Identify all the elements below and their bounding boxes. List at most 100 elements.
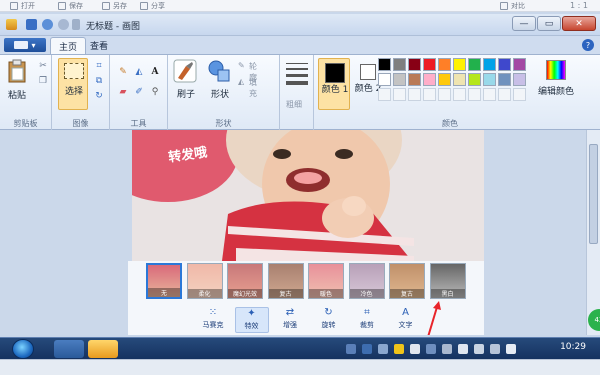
rotate-tool-button[interactable]: ↻ 旋转 bbox=[312, 307, 346, 333]
color-swatch[interactable] bbox=[393, 73, 406, 86]
vertical-scroll-thumb[interactable] bbox=[589, 144, 598, 244]
effect-thumbnail[interactable]: 魔幻光效 bbox=[227, 263, 263, 299]
custom-color-slot[interactable] bbox=[468, 88, 481, 101]
paint-menu-button[interactable]: ▾ bbox=[4, 38, 46, 52]
eraser-icon[interactable]: ▰ bbox=[116, 85, 130, 98]
color-swatch[interactable] bbox=[378, 58, 391, 71]
color-swatch[interactable] bbox=[513, 58, 526, 71]
color-swatch[interactable] bbox=[513, 73, 526, 86]
taskbar-clock[interactable]: 10:29 bbox=[560, 342, 586, 352]
custom-color-slot[interactable] bbox=[378, 88, 391, 101]
tray-icon[interactable] bbox=[378, 344, 388, 354]
copy-icon[interactable]: ❐ bbox=[36, 74, 50, 87]
color-swatch[interactable] bbox=[408, 73, 421, 86]
color-picker-icon[interactable]: ✐ bbox=[132, 85, 146, 98]
rotate-icon[interactable]: ↻ bbox=[92, 89, 106, 102]
tray-icon[interactable] bbox=[490, 344, 500, 354]
color-swatch[interactable] bbox=[498, 73, 511, 86]
custom-color-slot[interactable] bbox=[453, 88, 466, 101]
outer-save-button[interactable]: 保存 bbox=[58, 0, 83, 12]
tab-view[interactable]: 查看 bbox=[82, 37, 116, 54]
effect-thumbnail[interactable]: 无 bbox=[146, 263, 182, 299]
color-swatch[interactable] bbox=[378, 73, 391, 86]
mosaic-tool-button[interactable]: ⁙ 马赛克 bbox=[196, 307, 230, 333]
custom-color-slot[interactable] bbox=[498, 88, 511, 101]
tray-icon[interactable] bbox=[426, 344, 436, 354]
custom-color-slot[interactable] bbox=[483, 88, 496, 101]
color-swatch[interactable] bbox=[453, 73, 466, 86]
cut-icon[interactable]: ✂ bbox=[36, 59, 50, 72]
color-swatch[interactable] bbox=[423, 73, 436, 86]
tray-icon[interactable] bbox=[362, 344, 372, 354]
color-swatch[interactable] bbox=[498, 58, 511, 71]
effect-tool-button[interactable]: ✦ 特效 bbox=[234, 307, 269, 333]
color-swatch[interactable] bbox=[423, 58, 436, 71]
color-swatch[interactable] bbox=[468, 73, 481, 86]
minimize-button[interactable]: — bbox=[512, 16, 536, 31]
color-swatch[interactable] bbox=[483, 73, 496, 86]
size-button[interactable] bbox=[286, 61, 308, 91]
effect-thumbnail[interactable]: 暖色 bbox=[308, 263, 344, 299]
fill-bucket-icon[interactable]: ◭ bbox=[132, 65, 146, 78]
outer-saveas-button[interactable]: 另存 bbox=[102, 0, 127, 12]
effect-thumbnail[interactable]: 柔化 bbox=[186, 263, 223, 299]
custom-color-slot[interactable] bbox=[408, 88, 421, 101]
saveas-icon bbox=[102, 2, 110, 10]
custom-color-slot[interactable] bbox=[513, 88, 526, 101]
brush-button[interactable]: 刷子 bbox=[172, 58, 200, 110]
outer-open-button[interactable]: 打开 bbox=[10, 0, 35, 12]
paste-button[interactable]: 粘贴 bbox=[6, 59, 30, 109]
effect-thumbnail[interactable]: 黑白 bbox=[429, 263, 466, 299]
pencil-icon[interactable]: ✎ bbox=[116, 65, 130, 78]
shapes-button[interactable]: 形状 bbox=[206, 58, 234, 110]
help-icon[interactable]: ? bbox=[582, 39, 594, 51]
custom-color-slot[interactable] bbox=[423, 88, 436, 101]
taskbar-paint[interactable] bbox=[88, 340, 118, 358]
select-button[interactable]: 选择 bbox=[58, 58, 88, 110]
tray-icon[interactable] bbox=[458, 344, 468, 354]
photo-canvas[interactable]: 转发哦 bbox=[132, 130, 484, 261]
crop-tool-button[interactable]: ⌗ 裁剪 bbox=[350, 307, 384, 333]
custom-color-slot[interactable] bbox=[393, 88, 406, 101]
paste-label: 粘贴 bbox=[7, 91, 26, 101]
tray-icon[interactable] bbox=[410, 344, 420, 354]
tray-icon[interactable] bbox=[506, 344, 516, 354]
vertical-scrollbar[interactable] bbox=[586, 130, 600, 335]
effect-thumbnail[interactable]: 复古 bbox=[267, 263, 304, 299]
maximize-button[interactable]: ▭ bbox=[537, 16, 561, 31]
color-swatch[interactable] bbox=[453, 58, 466, 71]
effect-thumbnail[interactable]: 复古 bbox=[389, 263, 425, 299]
close-button[interactable]: ✕ bbox=[562, 16, 596, 31]
outer-compare-button[interactable]: 对比 bbox=[500, 0, 525, 12]
color-swatch[interactable] bbox=[408, 58, 421, 71]
quick-save-icon[interactable] bbox=[26, 19, 37, 30]
effect-thumbnail-label: 冷色 bbox=[349, 289, 384, 298]
taskbar-app-1[interactable] bbox=[54, 340, 84, 358]
tab-home[interactable]: 主页 bbox=[50, 37, 87, 54]
color-swatch[interactable] bbox=[438, 73, 451, 86]
quick-access-dropdown-icon[interactable] bbox=[72, 19, 80, 30]
outer-share-button[interactable]: 分享 bbox=[140, 0, 165, 12]
tray-icon[interactable] bbox=[394, 344, 404, 354]
paint-menu-icon bbox=[14, 41, 29, 49]
undo-icon[interactable] bbox=[42, 19, 53, 30]
edit-colors-button[interactable]: 编辑颜色 bbox=[534, 58, 578, 110]
crop-icon[interactable]: ⌗ bbox=[92, 59, 106, 72]
color-swatch[interactable] bbox=[438, 58, 451, 71]
enhance-tool-button[interactable]: ⇄ 增强 bbox=[273, 307, 307, 333]
tray-icon[interactable] bbox=[442, 344, 452, 354]
redo-icon[interactable] bbox=[58, 19, 69, 30]
text-tool-icon[interactable]: A bbox=[148, 65, 162, 78]
color-swatch[interactable] bbox=[393, 58, 406, 71]
resize-icon[interactable]: ⧉ bbox=[92, 74, 106, 87]
start-button[interactable] bbox=[12, 339, 34, 359]
color-swatch[interactable] bbox=[483, 58, 496, 71]
effect-thumbnail[interactable]: 冷色 bbox=[348, 263, 385, 299]
tray-icon[interactable] bbox=[474, 344, 484, 354]
text-tool-button[interactable]: A 文字 bbox=[389, 307, 423, 333]
color1-button[interactable]: 颜色 1 bbox=[318, 58, 350, 110]
magnifier-icon[interactable]: ⚲ bbox=[148, 85, 162, 98]
tray-icon[interactable] bbox=[346, 344, 356, 354]
color-swatch[interactable] bbox=[468, 58, 481, 71]
custom-color-slot[interactable] bbox=[438, 88, 451, 101]
